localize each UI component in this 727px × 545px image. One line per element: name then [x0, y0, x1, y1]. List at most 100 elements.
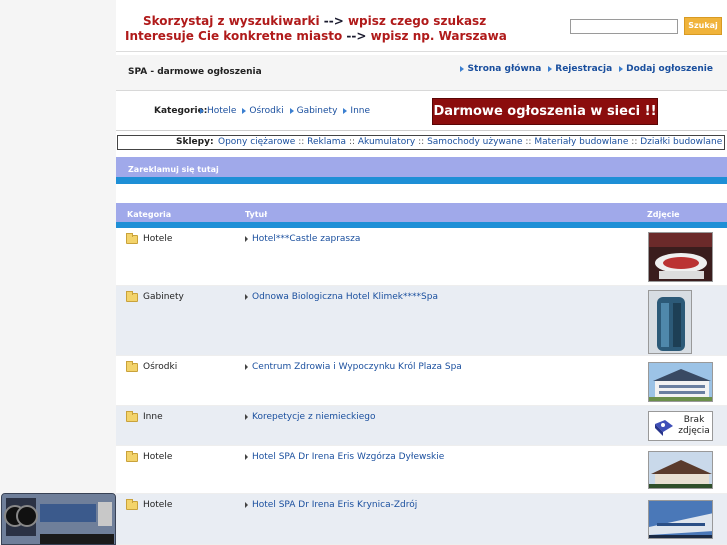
column-header-photo: Zdjęcie	[647, 210, 680, 219]
category-link-gabinety[interactable]: Gabinety	[289, 106, 338, 116]
folder-icon	[126, 450, 138, 462]
shops-bar: Sklepy: Opony ciężarowe :: Reklama :: Ak…	[117, 135, 725, 150]
arrow-right-icon	[289, 108, 294, 114]
banner-hint-text: Skorzystaj z wyszukiwarki	[143, 14, 320, 28]
category-link-label: Inne	[350, 106, 371, 116]
row-title-link[interactable]: Korepetycje z niemieckiego	[245, 412, 376, 422]
page: Skorzystaj z wyszukiwarki --> wpisz czeg…	[0, 0, 727, 545]
category-link-hotele[interactable]: Hotele	[200, 106, 236, 116]
separator: ::	[298, 137, 305, 147]
search-input[interactable]	[570, 19, 678, 34]
folder-icon	[126, 498, 138, 510]
separator: ::	[631, 137, 638, 147]
banner-line-1: Skorzystaj z wyszukiwarki --> wpisz czeg…	[143, 14, 486, 28]
nav-link-add-ad[interactable]: Dodaj ogłoszenie	[619, 64, 713, 74]
folder-icon	[126, 410, 138, 422]
banner-arrow: -->	[346, 29, 367, 43]
banner-hint-text: Interesuje Cie konkretne miasto	[125, 29, 343, 43]
folder-icon	[126, 360, 138, 372]
arrow-right-icon	[343, 108, 348, 114]
category-link-label: Hotele	[207, 106, 237, 116]
nav-link-register[interactable]: Rejestracja	[548, 64, 612, 74]
row-category: Hotele	[126, 450, 173, 462]
row-title-link[interactable]: Hotel***Castle zaprasza	[245, 234, 360, 244]
hotel-roof-image	[649, 452, 712, 488]
thumbnail-spa-cabin[interactable]	[648, 290, 692, 354]
arrow-right-icon	[548, 66, 553, 72]
no-photo-icon	[655, 420, 673, 436]
arrow-right-icon	[245, 414, 248, 420]
shop-links: Opony ciężarowe :: Reklama :: Akumulator…	[218, 137, 722, 147]
nav-link-label: Dodaj ogłoszenie	[626, 64, 713, 74]
folder-icon	[126, 290, 138, 302]
nav-links: Strona główna Rejestracja Dodaj ogłoszen…	[460, 64, 713, 74]
arrow-right-icon	[242, 108, 247, 114]
category-link-osrodki[interactable]: Ośrodki	[242, 106, 284, 116]
promo-banner[interactable]: Darmowe ogłoszenia w sieci !!	[432, 98, 658, 125]
category-link-label: Gabinety	[296, 106, 338, 116]
thumbnail-hotel-roof[interactable]	[648, 451, 713, 489]
table-row: Hotele Hotel***Castle zaprasza	[116, 228, 727, 286]
separator: ::	[348, 137, 356, 147]
site-name: SPA - darmowe ogłoszenia	[128, 67, 262, 77]
row-category: Hotele	[126, 498, 173, 510]
nav-link-label: Rejestracja	[555, 64, 613, 74]
main-content: Skorzystaj z wyszukiwarki --> wpisz czeg…	[116, 0, 727, 545]
shop-link-akumulatory[interactable]: Akumulatory	[358, 137, 415, 147]
row-category: Gabinety	[126, 290, 184, 302]
table-row: Inne Korepetycje z niemieckiego Brak zdj…	[116, 406, 727, 446]
arrow-right-icon	[245, 236, 248, 242]
shop-link-dzialki[interactable]: Działki budowlane	[640, 137, 722, 147]
side-advert[interactable]	[1, 493, 116, 545]
row-category-label: Inne	[143, 412, 163, 422]
category-list: Hotele Ośrodki Gabinety Inne	[200, 106, 370, 116]
thumbnail-hotel-building[interactable]	[648, 362, 713, 402]
hotel-building-image	[649, 363, 712, 401]
row-title-label: Korepetycje z niemieckiego	[252, 412, 376, 422]
row-title-link[interactable]: Hotel SPA Dr Irena Eris Wzgórza Dyłewski…	[245, 452, 444, 462]
nav-link-home[interactable]: Strona główna	[460, 64, 541, 74]
category-bar: Kategorie: Hotele Ośrodki Gabinety Inne …	[116, 92, 727, 131]
advertise-stripe	[116, 177, 727, 184]
no-photo-text: Brak zdjęcia	[678, 415, 710, 436]
shops-label: Sklepy:	[176, 137, 214, 147]
hotel-modern-image	[649, 501, 712, 538]
shop-link-reklama[interactable]: Reklama	[307, 137, 346, 147]
table-row: Gabinety Odnowa Biologiczna Hotel Klimek…	[116, 286, 727, 356]
search-button[interactable]: Szukaj	[684, 17, 722, 35]
nav-bar: SPA - darmowe ogłoszenia Strona główna R…	[116, 55, 727, 91]
row-title-link[interactable]: Odnowa Biologiczna Hotel Klimek****Spa	[245, 292, 438, 302]
row-category-label: Ośrodki	[143, 362, 178, 372]
banner-hint-text: wpisz np. Warszawa	[370, 29, 507, 43]
search-hint-banner: Skorzystaj z wyszukiwarki --> wpisz czeg…	[116, 0, 727, 52]
row-category-label: Hotele	[143, 500, 173, 510]
arrow-right-icon	[619, 66, 624, 72]
row-category-label: Hotele	[143, 234, 173, 244]
advertise-heading[interactable]: Zareklamuj się tutaj	[116, 157, 727, 177]
row-title-link[interactable]: Centrum Zdrowia i Wypoczynku Król Plaza …	[245, 362, 462, 372]
row-title-link[interactable]: Hotel SPA Dr Irena Eris Krynica-Zdrój	[245, 500, 417, 510]
row-title-label: Hotel SPA Dr Irena Eris Wzgórza Dyłewski…	[252, 452, 445, 462]
thumbnail-no-photo[interactable]: Brak zdjęcia	[648, 411, 713, 441]
thumbnail-hotel-modern[interactable]	[648, 500, 713, 539]
banner-line-2: Interesuje Cie konkretne miasto --> wpis…	[125, 29, 507, 43]
row-category-label: Hotele	[143, 452, 173, 462]
arrow-right-icon	[200, 108, 204, 114]
folder-icon	[126, 232, 138, 244]
column-header-title: Tytuł	[245, 210, 268, 219]
category-link-label: Ośrodki	[249, 106, 284, 116]
shop-link-materialy[interactable]: Materiały budowlane	[534, 137, 628, 147]
table-row: Hotele Hotel SPA Dr Irena Eris Krynica-Z…	[116, 494, 727, 545]
category-link-inne[interactable]: Inne	[343, 106, 370, 116]
separator: ::	[418, 137, 425, 147]
arrow-right-icon	[245, 502, 248, 508]
shop-link-opony[interactable]: Opony ciężarowe	[218, 137, 295, 147]
arrow-right-icon	[460, 66, 465, 72]
arrow-right-icon	[245, 364, 248, 370]
spa-cabin-image	[649, 291, 691, 353]
table-row: Ośrodki Centrum Zdrowia i Wypoczynku Kró…	[116, 356, 727, 406]
banner-hint-text: wpisz czego szukasz	[347, 14, 487, 28]
thumbnail-banquet-hall[interactable]	[648, 232, 713, 282]
shop-link-samochody[interactable]: Samochody używane	[427, 137, 522, 147]
table-row: Hotele Hotel SPA Dr Irena Eris Wzgórza D…	[116, 446, 727, 494]
